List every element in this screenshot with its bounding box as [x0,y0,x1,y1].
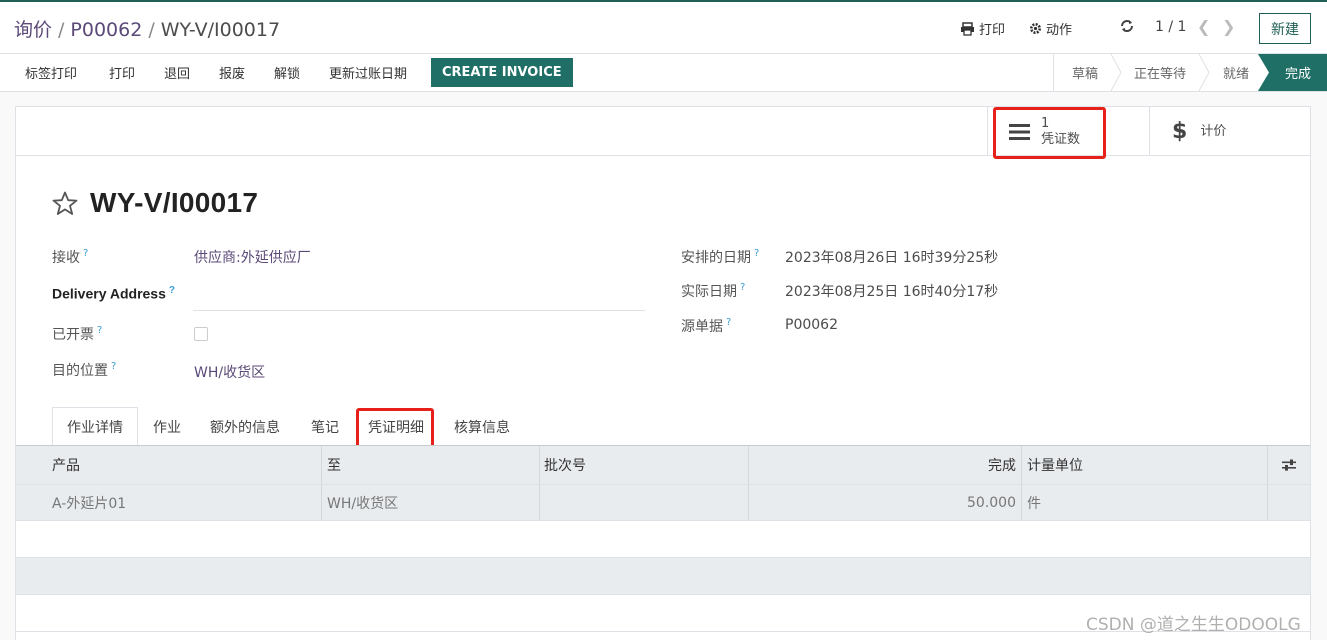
cell-done[interactable]: 50.000 [749,485,1022,520]
actual-date-value[interactable]: 2023年08月25日 16时40分17秒 [785,281,998,301]
column-header-done[interactable]: 完成 [749,446,1022,484]
star-icon[interactable] [52,191,78,216]
cell-spacer [1268,485,1310,520]
help-icon[interactable]: ? [111,361,116,372]
new-button[interactable]: 新建 [1259,13,1311,44]
source-document-label: 源单据? [681,317,732,335]
help-icon[interactable]: ? [740,282,745,293]
help-icon[interactable]: ? [83,248,88,259]
delivery-address-input-line [193,310,645,311]
table-header: 产品 至 批次号 完成 计量单位 [16,445,1310,485]
receive-label: 接收? [52,248,89,266]
print-menu-button[interactable]: 打印 [960,19,1005,38]
gear-icon [1030,23,1041,34]
empty-row [16,521,1310,558]
print-button[interactable]: 打印 [109,63,135,82]
printer-icon [961,21,974,36]
help-icon[interactable]: ? [726,317,731,328]
create-invoice-button[interactable]: CREATE INVOICE [431,58,573,87]
stage-divider [1053,54,1054,91]
help-icon[interactable]: ? [97,325,102,336]
cell-lot[interactable] [540,485,749,520]
column-header-lot[interactable]: 批次号 [540,446,749,484]
watermark: CSDN @道之生生ODOOLG [1086,615,1301,635]
notebook-tabs: 作业详情 作业 额外的信息 笔记 凭证明细 核算信息 [16,407,1310,447]
stage-done[interactable]: 完成 [1272,54,1324,91]
return-button[interactable]: 退回 [164,63,190,82]
update-posting-date-button[interactable]: 更新过账日期 [329,63,407,82]
help-icon[interactable]: ? [169,285,175,296]
breadcrumb: 询价 / P00062/WY-V/I00017 [14,15,280,42]
breadcrumb-rfq[interactable]: 询价 [14,19,52,41]
destination-label: 目的位置? [52,361,117,379]
chevron-left-icon[interactable]: ❮ [1197,17,1210,36]
stage-draft[interactable]: 草稿 [1055,54,1115,91]
cell-to[interactable]: WH/收货区 [322,485,540,520]
invoiced-checkbox[interactable] [194,327,208,341]
invoiced-label: 已开票? [52,325,103,343]
label-print-button[interactable]: 标签打印 [25,63,77,82]
tab-notes[interactable]: 笔记 [297,407,353,446]
control-panel: 询价 / P00062/WY-V/I00017 打印 动作 1 / 1 ❮ ❯ 新建 [0,2,1327,54]
tab-additional-info[interactable]: 额外的信息 [196,407,294,446]
column-header-uom[interactable]: 计量单位 [1022,446,1268,484]
stage-chevron-separator [1110,54,1122,91]
scheduled-date-label: 安排的日期? [681,248,760,266]
move-lines-table: 产品 至 批次号 完成 计量单位 A-外延片01 WH/收货区 50.000 件 [16,445,1310,632]
record-title: WY-V/I00017 [90,187,259,218]
column-header-to[interactable]: 至 [322,446,540,484]
source-document-value[interactable]: P00062 [785,317,838,333]
pricing-label: 计价 [1200,123,1227,139]
breadcrumb-current: WY-V/I00017 [160,19,281,41]
table-row[interactable]: A-外延片01 WH/收货区 50.000 件 [16,485,1310,521]
unlock-button[interactable]: 解锁 [274,63,300,82]
refresh-icon[interactable] [1120,19,1134,33]
stage-chevron-separator [1198,54,1210,91]
tab-operations[interactable]: 作业 [139,407,195,446]
column-settings-icon[interactable] [1268,446,1310,484]
delivery-address-label: Delivery Address? [52,285,175,302]
destination-value[interactable]: WH/收货区 [194,362,265,382]
pricing-smart-button[interactable]: $ 计价 [1149,107,1310,156]
tab-accounting-info[interactable]: 核算信息 [440,407,524,446]
breadcrumb-po[interactable]: P00062 [70,19,142,41]
stage-waiting[interactable]: 正在等待 [1122,54,1198,91]
breadcrumb-separator: / [148,19,155,41]
title-row: WY-V/I00017 [52,187,258,219]
action-menu-label: 动作 [1046,23,1073,38]
receive-value[interactable]: 供应商:外延供应厂 [194,247,311,267]
scrap-button[interactable]: 报废 [219,63,245,82]
pager-value[interactable]: 1 / 1 [1155,19,1186,35]
tab-operation-details[interactable]: 作业详情 [52,407,138,447]
status-bar: 标签打印 打印 退回 报废 解锁 更新过账日期 CREATE INVOICE 草… [0,54,1327,92]
help-icon[interactable]: ? [754,248,759,259]
action-menu-button[interactable]: 动作 [1029,19,1072,38]
smart-button-box: 1 凭证数 $ 计价 [16,107,1310,156]
print-menu-label: 打印 [979,23,1006,38]
column-header-product[interactable]: 产品 [16,446,322,484]
actual-date-label: 实际日期? [681,282,746,300]
sliders-icon [1282,459,1296,471]
breadcrumb-separator: / [58,19,65,41]
stage-ready[interactable]: 就绪 [1210,54,1262,91]
empty-row [16,558,1310,595]
highlight-box-voucher-tab [356,408,434,449]
form-sheet: 1 凭证数 $ 计价 WY-V/I00017 接收? 供应商:外延供应厂 Del… [15,106,1311,640]
scheduled-date-value[interactable]: 2023年08月26日 16时39分25秒 [785,247,998,267]
cell-uom[interactable]: 件 [1022,485,1268,520]
chevron-right-icon[interactable]: ❯ [1222,17,1235,36]
highlight-box-voucher [993,107,1106,159]
dollar-icon: $ [1172,119,1188,144]
cell-product[interactable]: A-外延片01 [16,485,322,520]
